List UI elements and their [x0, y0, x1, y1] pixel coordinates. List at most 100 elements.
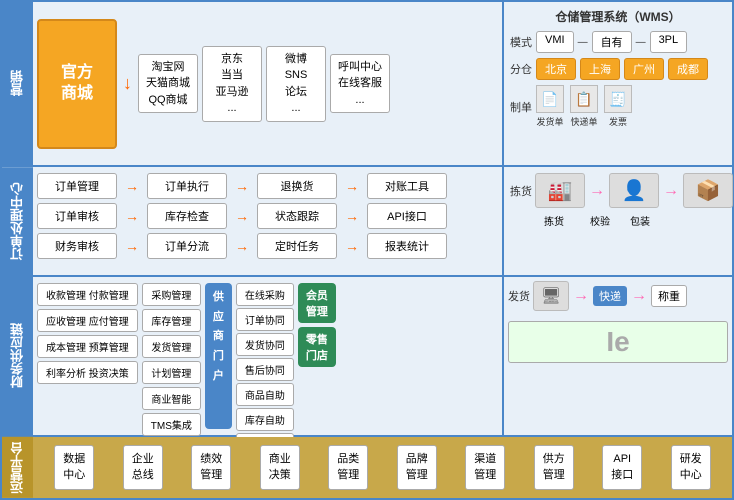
finance-content: 收款管理 付款管理 应收管理 应付管理 成本管理 预算管理 利率分析 投资决策 …: [33, 277, 502, 435]
ops-section: 运营平台 数据中心 企业总线 绩效管理 商业决策 品类管理 品牌管理 渠道管理 …: [2, 437, 732, 498]
arrow-9: →: [345, 238, 359, 254]
ops-performance: 绩效管理: [191, 445, 231, 490]
wms-shanghai: 上海: [580, 58, 620, 80]
label-yunying: 运营平台: [2, 437, 33, 498]
ops-brand: 品牌管理: [397, 445, 437, 490]
order-row-3: 财务审核 → 订单分流 → 定时任务 → 报表统计: [37, 233, 498, 259]
proc-caigou: 采购管理: [142, 283, 201, 306]
wms-title: 仓储管理系统（WMS）: [510, 8, 726, 25]
picking-items: 🏭 → 👤 → 📦: [535, 173, 733, 208]
ops-channel: 渠道管理: [465, 445, 505, 490]
arrow-1: →: [125, 178, 139, 194]
main-container: 营销 官方商城 ↓ 淘宝网天猫商城QQ商城 京东当当亚马逊... 微博SNS论坛…: [0, 0, 734, 500]
finance-chengben: 成本管理 预算管理: [37, 335, 138, 358]
marketing-content: 官方商城 ↓ 淘宝网天猫商城QQ商城 京东当当亚马逊... 微博SNS论坛...…: [33, 2, 502, 165]
wms-top: 仓储管理系统（WMS） 模式 VMI — 自有 — 3PL 分仓 北京 上海 广…: [502, 2, 732, 165]
ie-placeholder: Ie: [508, 321, 728, 363]
doc-fapiao: 🧾 发票: [604, 85, 632, 128]
proc-fahuo: 发货管理: [142, 335, 201, 358]
ops-rd: 研发中心: [671, 445, 711, 490]
marketing-section: 营销 官方商城 ↓ 淘宝网天猫商城QQ商城 京东当当亚马逊... 微博SNS论坛…: [2, 2, 732, 167]
shouyin-img: 🖥: [533, 281, 569, 311]
wms-mode-label: 模式: [510, 34, 532, 50]
order-row-2: 订单审核 → 库存检查 → 状态跟踪 → API接口: [37, 203, 498, 229]
proc-shangye: 商业智能: [142, 387, 201, 410]
arrow-2: →: [235, 178, 249, 194]
pink-arrow-2: →: [663, 182, 679, 200]
channel-taobao: 淘宝网天猫商城QQ商城: [138, 54, 198, 114]
scheduled-task: 定时任务: [257, 233, 337, 259]
label-caiwu: 财务供应链: [2, 277, 33, 435]
order-mgmt: 订单管理: [37, 173, 117, 199]
proc-tms: TMS集成: [142, 413, 201, 436]
wms-chengdu: 成都: [668, 58, 708, 80]
ops-supplier: 供方管理: [534, 445, 574, 490]
online-services: 在线采购 订单协同 发货协同 售后协同 商品自助 库存自助 在线报价 用户互动: [236, 283, 294, 429]
proc-jihua: 计划管理: [142, 361, 201, 384]
retail-store: 零售门店: [298, 327, 336, 367]
supplier-portal: 供 应 商 门 户: [205, 283, 232, 429]
wms-manufacture-label: 制单: [510, 99, 532, 115]
channel-boxes: 淘宝网天猫商城QQ商城 京东当当亚马逊... 微博SNS论坛... 呼叫中心在线…: [138, 46, 498, 122]
member-store: 会员管理 零售门店: [298, 283, 336, 429]
picking-img: 🏭: [535, 173, 585, 208]
wms-warehouse-label: 分仓: [510, 61, 532, 77]
doc-row: 📄 发货单 📋 快递单 🧾 发票: [536, 85, 632, 128]
shipping-arrow-2: →: [631, 287, 647, 305]
arrow-7: →: [125, 238, 139, 254]
online-shouhou: 售后协同: [236, 358, 294, 381]
pink-arrow-1: →: [589, 182, 605, 200]
order-row-1: 订单管理 → 订单执行 → 退换货 → 对账工具: [37, 173, 498, 199]
fapiao-icon: 🧾: [604, 85, 632, 113]
shipping-items: 🖥 → 快递 → 称重: [533, 281, 687, 311]
ops-api: API接口: [602, 445, 642, 490]
wms-beijing: 北京: [536, 58, 576, 80]
wms-manufacture-row: 制单 📄 发货单 📋 快递单 🧾 发票: [510, 85, 726, 128]
member-mgmt: 会员管理: [298, 283, 336, 323]
wms-vmi: VMI: [536, 31, 574, 53]
official-store: 官方商城: [37, 19, 117, 149]
online-dingdan: 订单协同: [236, 308, 294, 331]
procurement-boxes: 采购管理 库存管理 发货管理 计划管理 商业智能 TMS集成: [142, 283, 201, 429]
arrow-8: →: [235, 238, 249, 254]
finance-yingshou: 应收管理 应付管理: [37, 309, 138, 332]
label-yingxiao: 营销: [2, 2, 33, 165]
order-split: 订单分流: [147, 233, 227, 259]
ie-text: Ie: [606, 326, 629, 357]
kuaidi-btn: 快递: [593, 286, 627, 306]
packing-img: 📦: [683, 173, 733, 208]
arrow-5: →: [235, 208, 249, 224]
channel-callcenter: 呼叫中心在线客服...: [330, 54, 390, 114]
jianhuo-label: 拣货: [544, 213, 564, 228]
supplier-title: 供: [213, 289, 224, 307]
wms-3pl: 3PL: [650, 31, 688, 53]
fahuo-icon: 📄: [536, 85, 564, 113]
kuaidi-icon: 📋: [570, 85, 598, 113]
baozhuang-label: 包装: [630, 213, 650, 228]
stock-check: 库存检查: [147, 203, 227, 229]
picking-row: 拣货 🏭 → 👤 → 📦: [510, 173, 726, 208]
kuaidi-label: 快递单: [570, 115, 597, 128]
api-interface: API接口: [367, 203, 447, 229]
arrow-4: →: [125, 208, 139, 224]
checking-img: 👤: [609, 173, 659, 208]
supplier-title4: 门: [213, 348, 224, 366]
ops-data-center: 数据中心: [54, 445, 94, 490]
online-caigou: 在线采购: [236, 283, 294, 306]
supplier-title2: 应: [213, 309, 224, 327]
order-section: 订单处理中心 订单管理 → 订单执行 → 退换货 → 对账工具 订单审核 → 库…: [2, 167, 732, 277]
picking-labels-row: 拣货 校验 包装: [510, 213, 726, 228]
jiaoyan-label: 校验: [590, 213, 610, 228]
finance-lilv: 利率分析 投资决策: [37, 361, 138, 384]
finance-section: 财务供应链 收款管理 付款管理 应收管理 应付管理 成本管理 预算管理 利率分析…: [2, 277, 732, 437]
wms-warehouse-items: 北京 上海 广州 成都: [536, 58, 708, 80]
wms-warehouse-row: 分仓 北京 上海 广州 成都: [510, 58, 726, 80]
proc-kucun: 库存管理: [142, 309, 201, 332]
supplier-title3: 商: [213, 328, 224, 346]
arrow-3: →: [345, 178, 359, 194]
channel-weibo: 微博SNS论坛...: [266, 46, 326, 122]
wms-picking: 拣货 🏭 → 👤 → 📦 拣货 校验: [502, 167, 732, 275]
ops-content: 数据中心 企业总线 绩效管理 商业决策 品类管理 品牌管理 渠道管理 供方管理 …: [33, 437, 732, 498]
order-content: 订单管理 → 订单执行 → 退换货 → 对账工具 订单审核 → 库存检查 → 状…: [33, 167, 502, 275]
finance-shoukuan: 收款管理 付款管理: [37, 283, 138, 306]
